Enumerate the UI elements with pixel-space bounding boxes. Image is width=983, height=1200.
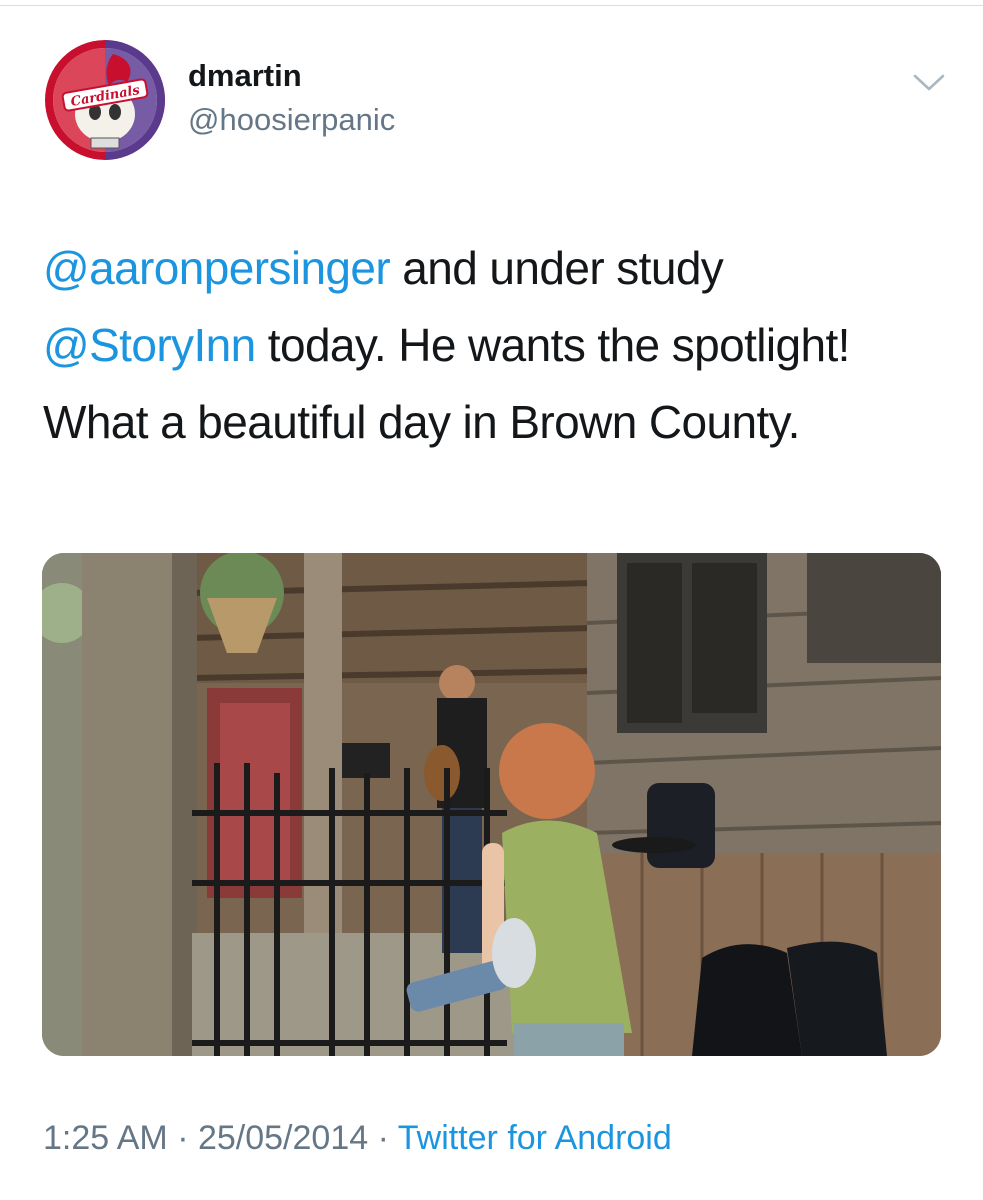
mention-link[interactable]: @StoryInn (43, 319, 256, 371)
avatar[interactable]: Cardinals (43, 40, 167, 160)
meta-separator: · (368, 1119, 398, 1157)
tweet-photo[interactable] (42, 553, 941, 1056)
mention-link[interactable]: @aaronpersinger (43, 242, 391, 294)
tweet-time[interactable]: 1:25 AM (43, 1119, 168, 1157)
tweet-text-segment: and under study (390, 242, 724, 294)
top-divider (0, 5, 983, 6)
tweet-text: @aaronpersinger and under study @StoryIn… (43, 230, 943, 461)
display-name[interactable]: dmartin (188, 58, 302, 94)
chevron-down-icon[interactable] (912, 72, 946, 94)
tweet-date[interactable]: 25/05/2014 (198, 1119, 368, 1157)
meta-separator: · (167, 1119, 198, 1157)
user-handle[interactable]: @hoosierpanic (188, 102, 395, 138)
tweet-source-link[interactable]: Twitter for Android (398, 1119, 672, 1157)
tweet-meta: 1:25 AM · 25/05/2014 · Twitter for Andro… (43, 1119, 672, 1158)
cardinals-stealie-logo-icon: Cardinals (45, 40, 165, 160)
